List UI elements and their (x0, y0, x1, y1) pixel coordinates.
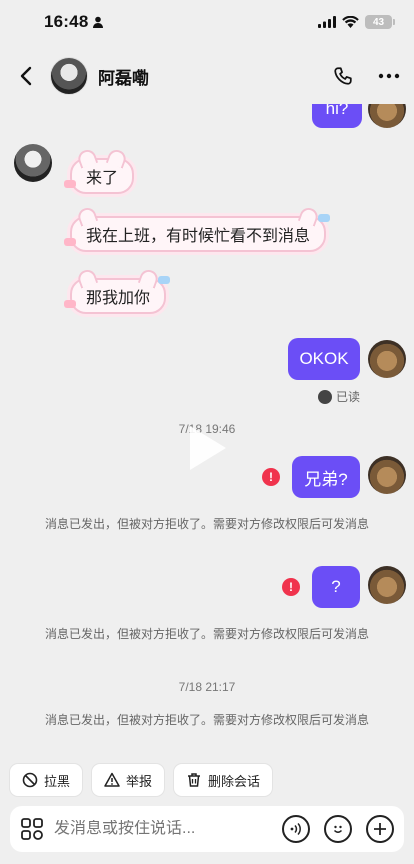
emoji-button[interactable] (324, 815, 352, 843)
bow-decoration (64, 300, 76, 308)
bow-decoration (64, 180, 76, 188)
wifi-icon (342, 16, 359, 28)
play-icon[interactable] (190, 426, 226, 470)
message-text: 那我加你 (86, 290, 151, 307)
bow-decoration (158, 276, 171, 284)
status-indicators: 43 (318, 15, 395, 29)
time-text: 16:48 (44, 12, 89, 31)
send-failed-icon[interactable]: ! (282, 578, 300, 596)
message-text: 我在上班，有时候忙看不到消息 (86, 228, 311, 245)
message-text: ? (331, 577, 341, 596)
rejected-notice: 消息已发出，但被对方拒收了。需要对方修改权限后可发消息 (44, 627, 369, 641)
error-mark: ! (289, 580, 293, 594)
call-button[interactable] (332, 65, 354, 87)
my-avatar[interactable] (368, 104, 406, 128)
phone-icon (334, 67, 352, 85)
message-bubble-incoming[interactable]: 来了 (64, 147, 135, 194)
status-bar: 16:48 43 (0, 0, 414, 44)
voice-icon (290, 822, 301, 836)
battery-level: 43 (372, 16, 385, 28)
contact-avatar[interactable] (50, 57, 88, 95)
plus-icon (374, 823, 386, 835)
message-text: hi? (325, 104, 349, 118)
message-text: OKOK (299, 349, 349, 368)
back-button[interactable] (14, 64, 38, 88)
delete-chat-label: 删除会话 (208, 773, 261, 789)
message-bubble-incoming[interactable]: 我在上班，有时候忙看不到消息 (64, 205, 331, 252)
bow-decoration (64, 238, 76, 246)
my-avatar[interactable] (368, 340, 406, 378)
read-receipt: 已读 (318, 388, 360, 405)
send-failed-icon[interactable]: ! (262, 468, 280, 486)
message-list[interactable]: hi? 来了 我在上班，有时候忙看不到消息 那我加你 OKOK 已读 7/18 … (0, 104, 414, 754)
rejected-notice: 消息已发出，但被对方拒收了。需要对方修改权限后可发消息 (44, 713, 369, 727)
grid-apps-icon (21, 818, 43, 840)
block-button[interactable]: 拉黑 (10, 764, 83, 796)
chevron-left-icon (20, 66, 32, 86)
contact-message-avatar[interactable] (14, 144, 52, 182)
message-input-bar (10, 806, 404, 852)
my-avatar[interactable] (368, 566, 406, 604)
voice-button[interactable] (282, 815, 310, 843)
message-text: 兄弟? (304, 469, 348, 489)
message-input[interactable] (54, 820, 282, 838)
person-icon (93, 16, 104, 28)
report-button[interactable]: 举报 (92, 764, 165, 796)
signal-icon (318, 16, 336, 28)
message-bubble-outgoing[interactable]: 兄弟? (292, 456, 360, 498)
bow-decoration (318, 214, 331, 222)
smile-icon (333, 825, 343, 833)
battery-indicator: 43 (365, 15, 395, 29)
message-bubble-incoming[interactable]: 那我加你 (64, 267, 171, 314)
timestamp: 7/18 21:17 (178, 680, 236, 694)
more-button[interactable] (378, 73, 400, 79)
block-icon (22, 772, 38, 788)
block-label: 拉黑 (44, 773, 71, 789)
contact-name[interactable]: 阿磊嘞 (98, 64, 332, 89)
trash-icon (188, 773, 201, 787)
status-time: 16:48 (44, 12, 104, 32)
message-bubble-outgoing[interactable]: hi? (312, 104, 362, 128)
more-dots-icon (378, 73, 400, 79)
reader-avatar (318, 389, 332, 404)
message-bubble-outgoing[interactable]: OKOK (288, 338, 360, 380)
delete-chat-button[interactable]: 删除会话 (174, 764, 273, 796)
add-button[interactable] (366, 815, 394, 843)
rejected-notice: 消息已发出，但被对方拒收了。需要对方修改权限后可发消息 (44, 517, 369, 531)
report-label: 举报 (126, 773, 153, 789)
apps-button[interactable] (20, 817, 44, 841)
chat-header: 阿磊嘞 (0, 48, 414, 104)
read-label: 已读 (336, 390, 361, 404)
message-text: 来了 (86, 170, 119, 187)
error-mark: ! (269, 470, 273, 484)
my-avatar[interactable] (368, 456, 406, 494)
message-bubble-outgoing[interactable]: ? (312, 566, 360, 608)
quick-actions: 拉黑 举报 删除会话 (10, 764, 273, 796)
warning-icon (104, 772, 120, 787)
